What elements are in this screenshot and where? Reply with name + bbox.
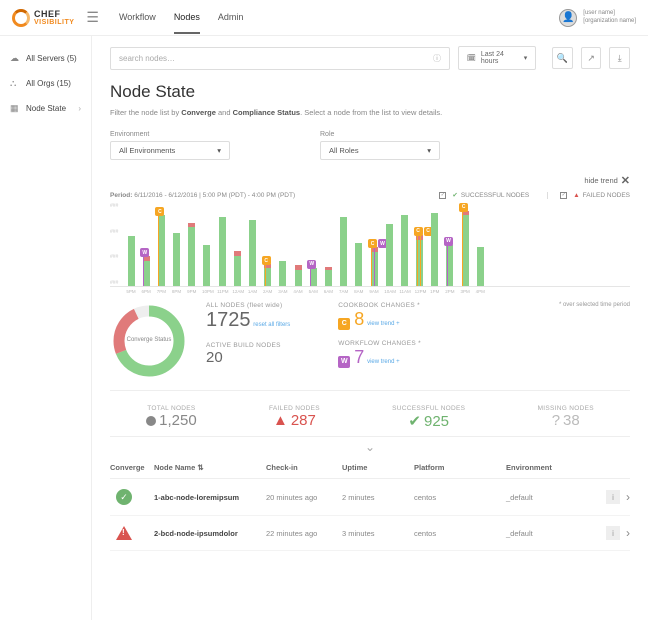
logo: CHEFVISIBILITY — [12, 9, 74, 27]
trend-chart: ############ WCCWCWCCWC — [110, 203, 630, 287]
cloud-icon: ☁ — [10, 53, 20, 64]
info-icon: ⓘ — [433, 53, 441, 64]
logo-icon — [12, 9, 30, 27]
sidebar-orgs[interactable]: ⛬All Orgs (15) — [4, 71, 87, 96]
check-icon: ✔ — [452, 191, 457, 199]
total-nodes[interactable]: TOTAL NODES1,250 — [146, 405, 197, 430]
chevron-right-icon[interactable]: › — [626, 526, 630, 540]
view-trend-cookbook[interactable]: view trend + — [367, 321, 400, 327]
donut-chart: Converge Status — [110, 302, 188, 380]
check-icon: ✔ — [408, 412, 421, 430]
nav-workflow[interactable]: Workflow — [119, 2, 156, 34]
menu-icon[interactable]: ☰ — [86, 9, 99, 26]
view-trend-workflow[interactable]: view trend + — [367, 359, 400, 365]
toolbar: search nodes…ⓘ 🗓Last 24 hours▾ 🔍 ↗ ⤓ — [110, 46, 630, 70]
expand-toggle[interactable]: ⌄ — [110, 437, 630, 457]
status-warn-icon — [116, 526, 132, 540]
main-nav: Workflow Nodes Admin — [119, 2, 243, 34]
time-range[interactable]: 🗓Last 24 hours▾ — [458, 46, 536, 70]
nav-nodes[interactable]: Nodes — [174, 2, 200, 34]
env-label: Environment — [110, 131, 230, 138]
chevron-down-icon: ▾ — [524, 54, 528, 62]
close-icon: ✕ — [621, 174, 630, 187]
search-button[interactable]: 🔍 — [552, 47, 573, 69]
table-row[interactable]: ✓1-abc-node-loremipsum20 minutes ago2 mi… — [110, 479, 630, 516]
user-block[interactable]: 👤 [user name][organization name] — [559, 9, 636, 27]
user-name: [user name] — [583, 10, 636, 18]
info-icon[interactable]: i — [606, 490, 620, 504]
chevron-down-icon: ▾ — [217, 146, 221, 155]
trend-header: Period: 6/11/2016 - 6/12/2016 | 5:00 PM … — [110, 191, 630, 199]
share-button[interactable]: ↗ — [581, 47, 602, 69]
brand-l1: CHEF — [34, 10, 74, 19]
dot-icon — [146, 416, 156, 426]
hide-trend[interactable]: hide trend✕ — [110, 174, 630, 187]
env-select[interactable]: All Environments▾ — [110, 141, 230, 160]
topbar: CHEFVISIBILITY ☰ Workflow Nodes Admin 👤 … — [0, 0, 648, 36]
sidebar: ☁All Servers (5) ⛬All Orgs (15) ▦Node St… — [0, 36, 92, 620]
sidebar-servers[interactable]: ☁All Servers (5) — [4, 46, 87, 71]
over-note: * over selected time period — [559, 302, 630, 380]
warn-icon: ▲ — [273, 412, 288, 429]
status-ok-icon: ✓ — [116, 489, 132, 505]
all-nodes: ALL NODES (fleet wide)1725 reset all fil… — [206, 302, 290, 332]
org-icon: ⛬ — [10, 78, 20, 89]
calendar-icon: 🗓 — [467, 54, 476, 62]
failed-nodes[interactable]: FAILED NODES▲287 — [269, 405, 320, 430]
grid-icon: ▦ — [10, 103, 20, 114]
chevron-right-icon: › — [78, 104, 81, 113]
cookbook-changes: COOKBOOK CHANGES *C8 view trend + — [338, 302, 421, 330]
checkbox-failed[interactable]: ✓ — [560, 192, 567, 199]
filters: Environment All Environments▾ Role All R… — [110, 131, 630, 160]
reset-filters[interactable]: reset all filters — [253, 322, 290, 328]
sidebar-nodestate[interactable]: ▦Node State› — [4, 96, 87, 121]
role-label: Role — [320, 131, 440, 138]
search-input[interactable]: search nodes…ⓘ — [110, 47, 450, 70]
info-icon[interactable]: i — [606, 526, 620, 540]
sort-icon[interactable]: ⇅ — [197, 463, 203, 472]
workflow-changes: WORKFLOW CHANGES *W7 view trend + — [338, 340, 421, 368]
chevron-down-icon: ▾ — [427, 146, 431, 155]
avatar-icon: 👤 — [559, 9, 577, 27]
missing-nodes[interactable]: MISSING NODES?38 — [538, 405, 594, 430]
checkbox-success[interactable]: ✓ — [439, 192, 446, 199]
table-row[interactable]: 2-bcd-node-ipsumdolor22 minutes ago3 min… — [110, 516, 630, 551]
tally-row: TOTAL NODES1,250 FAILED NODES▲287 SUCCES… — [110, 399, 630, 437]
nav-admin[interactable]: Admin — [218, 2, 244, 34]
active-build-nodes: ACTIVE BUILD NODES20 — [206, 342, 290, 366]
chevron-right-icon[interactable]: › — [626, 490, 630, 504]
page-subtitle: Filter the node list by Converge and Com… — [110, 108, 630, 117]
successful-nodes[interactable]: SUCCESSFUL NODES✔925 — [392, 405, 465, 430]
stats-row: Converge Status ALL NODES (fleet wide)17… — [110, 302, 630, 391]
role-select[interactable]: All Roles▾ — [320, 141, 440, 160]
warn-icon: ▲ — [573, 192, 579, 199]
main: search nodes…ⓘ 🗓Last 24 hours▾ 🔍 ↗ ⤓ Nod… — [92, 36, 648, 620]
org-name: [organization name] — [583, 18, 636, 26]
table-header: Converge Node Name ⇅ Check-in Uptime Pla… — [110, 457, 630, 479]
brand-l2: VISIBILITY — [34, 19, 74, 26]
export-button[interactable]: ⤓ — [609, 47, 630, 69]
page-title: Node State — [110, 82, 630, 102]
question-icon: ? — [552, 412, 560, 429]
